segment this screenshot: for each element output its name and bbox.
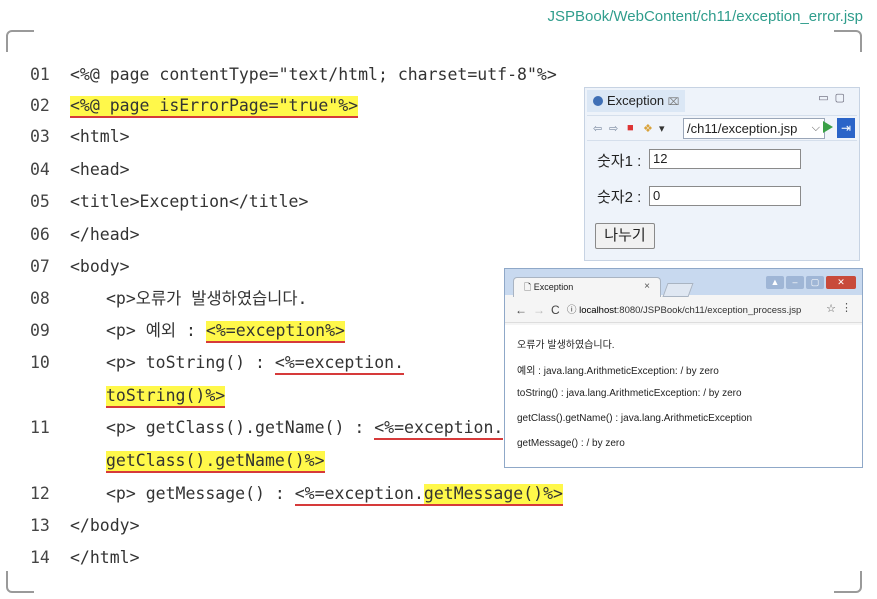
page-content: 오류가 발생하였습니다. 예외 : java.lang.ArithmeticEx…: [505, 325, 862, 467]
output-line: getClass().getName() : java.lang.Arithme…: [517, 413, 753, 424]
field-label: 숫자1 :: [597, 153, 642, 170]
stop-icon[interactable]: ■: [627, 122, 634, 134]
code-line: 05 <title>Exception</title>: [30, 192, 309, 211]
maximize-icon[interactable]: ▢: [806, 276, 824, 289]
navigate-icon[interactable]: ⇥: [837, 118, 855, 138]
chevron-down-icon[interactable]: ⌵: [812, 119, 820, 138]
highlight: toString()%>: [106, 386, 226, 408]
code-line: 12 <p> getMessage() : <%=exception.getMes…: [30, 479, 563, 509]
code-line: 11 <p> getClass().getName() : <%=exceptio…: [30, 413, 504, 443]
code-line: 01 <%@ page contentType="text/html; chars…: [30, 65, 557, 84]
code-line: 07 <body>: [30, 257, 130, 276]
number2-input[interactable]: 0: [649, 186, 801, 206]
code-line: 06 </head>: [30, 225, 140, 244]
code-line: 09 <p> 예외 : <%=exception%>: [30, 316, 345, 346]
menu-icon[interactable]: ⋮: [841, 301, 852, 314]
page-icon: 🗋: [524, 282, 534, 292]
highlight: getMessage()%>: [423, 484, 563, 506]
code-line: 13 </body>: [30, 516, 140, 535]
url-field[interactable]: ⓘ localhost:8080/JSPBook/ch11/exception_…: [567, 302, 801, 316]
code-line: 14 </html>: [30, 548, 140, 567]
underline: <%=exception.: [274, 353, 405, 375]
address-bar: ← → C ⓘ localhost:8080/JSPBook/ch11/exce…: [505, 297, 862, 323]
go-icon[interactable]: [823, 121, 833, 133]
forward-icon[interactable]: →: [533, 303, 545, 317]
title-bar: 🗋 Exception × ▲ – ▢ ✕: [505, 269, 862, 297]
code-line: 02 <%@ page isErrorPage="true"%>: [30, 91, 359, 121]
highlight: <%=exception%>: [205, 321, 345, 343]
window-controls[interactable]: ▲ – ▢ ✕: [764, 272, 856, 289]
url-input[interactable]: /ch11/exception.jsp ⌵: [683, 118, 825, 139]
chrome-browser-window: 🗋 Exception × ▲ – ▢ ✕ ← → C ⓘ localhost:8080…: [504, 268, 863, 468]
highlight: getClass().getName()%>: [106, 451, 325, 473]
eclipse-toolbar: ⇦ ⇨ ■ ❖ ▾ /ch11/exception.jsp ⌵ ⇥: [587, 115, 857, 141]
close-window-icon[interactable]: ✕: [826, 276, 856, 289]
eclipse-browser-window: Exception ⌧ ▭▢ ⇦ ⇨ ■ ❖ ▾ /ch11/exception…: [584, 87, 860, 261]
info-icon: ⓘ: [567, 305, 580, 316]
number1-input[interactable]: 12: [649, 149, 801, 169]
underline: <%=exception.: [374, 418, 504, 440]
back-icon[interactable]: ⇦: [593, 122, 602, 135]
code-line: 08 <p>오류가 발생하였습니다.: [30, 289, 308, 308]
output-line: 예외 : java.lang.ArithmeticException: / by…: [517, 366, 719, 377]
window-controls[interactable]: ▭▢: [818, 91, 851, 104]
star-icon[interactable]: ☆: [826, 302, 836, 315]
code-line-continued: toString()%>: [30, 381, 226, 411]
file-path-caption: JSPBook/WebContent/ch11/exception_error.…: [547, 8, 863, 25]
output-line: toString() : java.lang.ArithmeticExcepti…: [517, 388, 742, 399]
code-line: 03 <html>: [30, 127, 130, 146]
forward-icon[interactable]: ⇨: [609, 122, 618, 135]
code-line: 10 <p> toString() : <%=exception.: [30, 348, 405, 378]
divide-button[interactable]: 나누기: [595, 223, 655, 249]
new-tab-button[interactable]: [662, 283, 694, 297]
eclipse-tab[interactable]: Exception ⌧: [587, 90, 686, 112]
output-line: 오류가 발생하였습니다.: [517, 340, 615, 351]
reload-icon[interactable]: C: [551, 303, 560, 317]
close-icon[interactable]: ⌧: [668, 97, 680, 108]
underline: <%=exception.: [294, 484, 424, 506]
back-icon[interactable]: ←: [515, 303, 527, 317]
output-line: getMessage() : / by zero: [517, 438, 625, 449]
chevron-down-icon[interactable]: ▾: [659, 122, 665, 135]
code-line-continued: getClass().getName()%>: [30, 446, 325, 476]
field-label: 숫자2 :: [597, 189, 642, 206]
user-icon[interactable]: ▲: [766, 276, 784, 289]
close-icon[interactable]: ×: [644, 278, 650, 296]
browser-tab[interactable]: 🗋 Exception ×: [513, 277, 661, 297]
code-line: 04 <head>: [30, 160, 130, 179]
minimize-icon[interactable]: –: [786, 276, 804, 289]
refresh-icon[interactable]: ❖: [643, 122, 653, 135]
highlight: <%@ page isErrorPage="true"%>: [70, 96, 359, 118]
globe-icon: [593, 96, 603, 106]
